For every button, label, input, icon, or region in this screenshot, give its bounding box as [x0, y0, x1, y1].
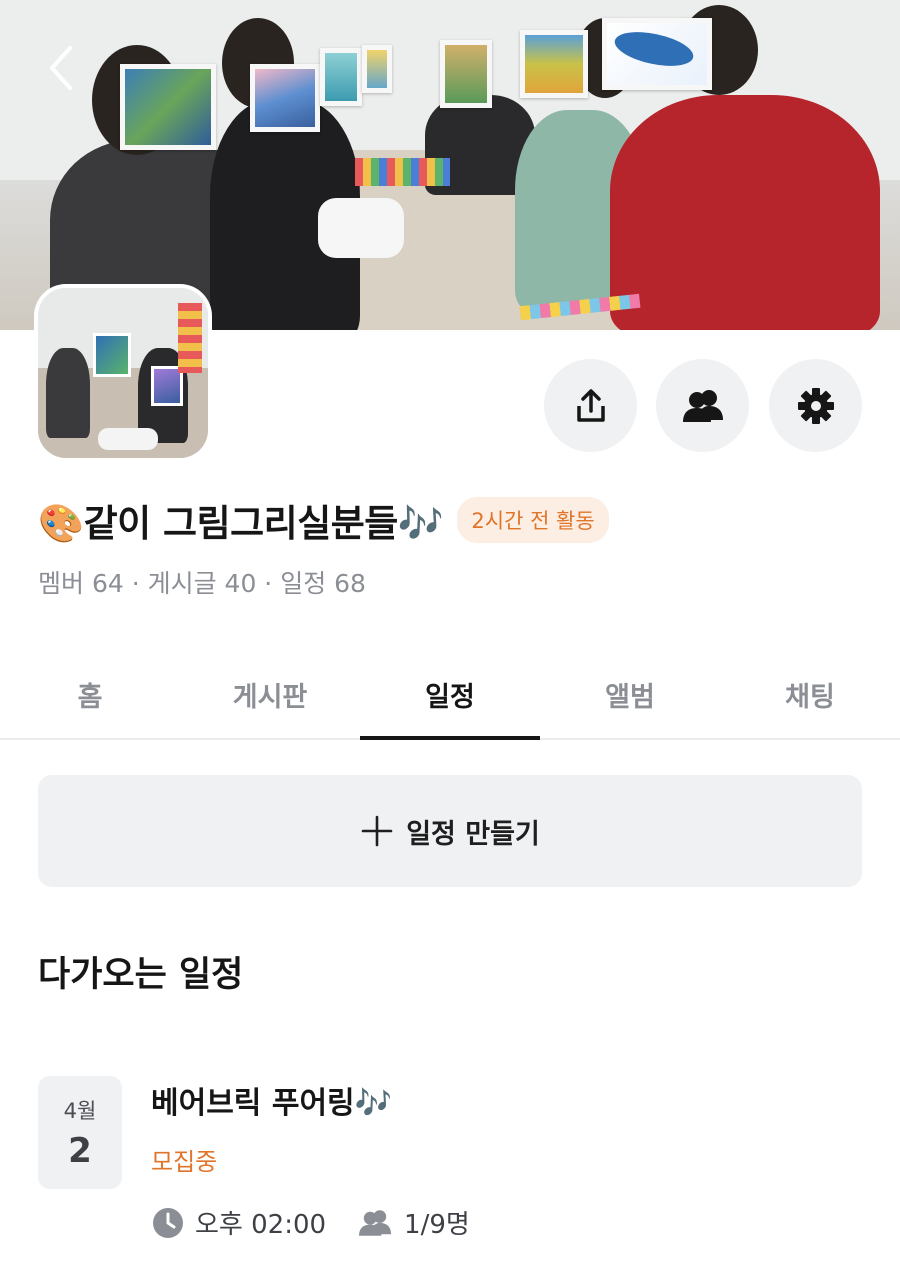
tab-chat[interactable]: 채팅: [720, 650, 900, 738]
share-icon: [576, 388, 605, 422]
event-month: 4월: [63, 1098, 97, 1123]
tab-home[interactable]: 홈: [0, 650, 180, 738]
group-title: 🎨같이 그림그리실분들🎶: [38, 502, 444, 545]
back-icon: [50, 46, 72, 90]
section-title-upcoming: 다가오는 일정: [38, 955, 244, 995]
settings-icon: [797, 387, 834, 424]
share-button[interactable]: [544, 359, 637, 452]
clock-icon: [151, 1206, 185, 1240]
event-participants: 1/9명: [404, 1210, 470, 1240]
tab-schedule[interactable]: 일정: [360, 650, 540, 740]
group-stats: 멤버 64 · 게시글 40 · 일정 68: [38, 569, 366, 598]
tab-board[interactable]: 게시판: [180, 650, 360, 738]
group-title-row: 🎨같이 그림그리실분들🎶 2시간 전 활동: [38, 490, 609, 550]
people-icon: [356, 1207, 394, 1239]
event-meta: 오후 02:00 1/9명: [151, 1204, 470, 1241]
group-avatar: [38, 288, 208, 458]
event-title: 베어브릭 푸어링🎶: [151, 1086, 392, 1121]
plus-icon: [361, 815, 393, 847]
event-status: 모집중: [151, 1148, 218, 1176]
members-button[interactable]: [656, 359, 749, 452]
event-date-box: 4월 2: [38, 1076, 122, 1189]
event-item[interactable]: 4월 2 베어브릭 푸어링🎶 모집중 오후 02:00 1/9명: [38, 1076, 868, 1276]
tab-bar: 홈 게시판 일정 앨범 채팅: [0, 650, 900, 740]
event-day: 2: [68, 1130, 92, 1171]
activity-badge: 2시간 전 활동: [457, 497, 609, 543]
members-icon: [682, 389, 723, 422]
create-schedule-button[interactable]: 일정 만들기: [38, 775, 862, 887]
event-time: 오후 02:00: [195, 1210, 327, 1240]
back-button[interactable]: [38, 40, 84, 96]
tab-album[interactable]: 앨범: [540, 650, 720, 738]
settings-button[interactable]: [769, 359, 862, 452]
create-schedule-label: 일정 만들기: [406, 818, 540, 850]
cover-photo: [0, 0, 900, 330]
